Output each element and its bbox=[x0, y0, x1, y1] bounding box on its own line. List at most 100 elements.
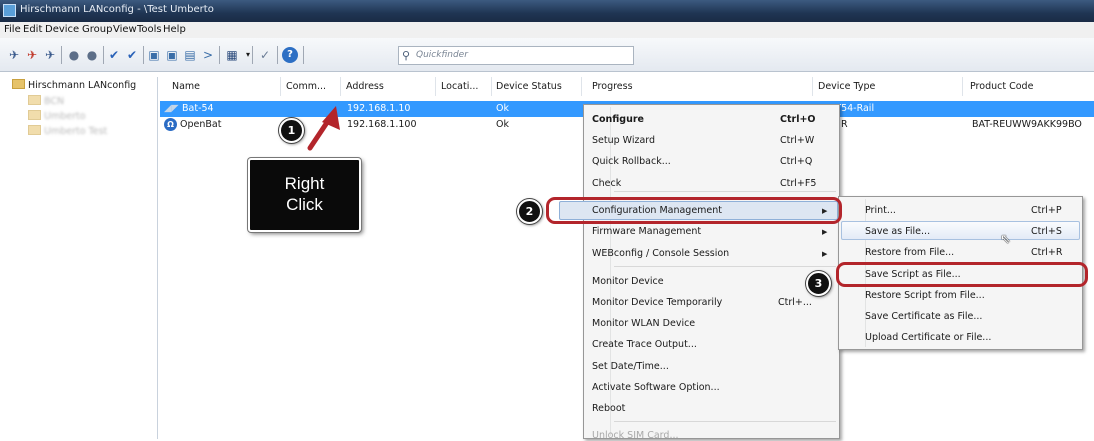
folder-icon bbox=[28, 110, 41, 120]
tree-item-bcn[interactable]: BCN bbox=[28, 95, 64, 107]
toolbar-separator bbox=[103, 46, 104, 64]
column-header-address[interactable]: Address bbox=[346, 81, 384, 92]
toolbar-separator bbox=[143, 46, 144, 64]
row-status: Ok bbox=[496, 103, 509, 114]
menu-item-check[interactable]: Check bbox=[592, 178, 621, 189]
pin-check-icon[interactable]: ✈ bbox=[42, 47, 58, 63]
tree-item-blurred[interactable]: Umberto Test bbox=[28, 125, 107, 137]
column-header-comment[interactable]: Comm... bbox=[286, 81, 326, 92]
step-2-badge: 2 bbox=[517, 199, 542, 224]
shortcut-label: Ctrl+P bbox=[1031, 205, 1062, 216]
toolbar: ✈ ✈ ✈ ● ● ✔ ✔ ▣ ▣ ▤ > ▦ ▾ ✓ ? ⚲ Quickfin… bbox=[0, 38, 1094, 72]
pin-remove-icon[interactable]: ✈ bbox=[24, 47, 40, 63]
save-icon[interactable]: ▦ bbox=[224, 47, 240, 63]
app-icon bbox=[3, 4, 16, 17]
menu-tools[interactable]: Tools bbox=[137, 24, 162, 35]
device-icon: ◢◤ bbox=[164, 103, 179, 114]
column-header-progress[interactable]: Progress bbox=[592, 81, 633, 92]
shortcut-label: Ctrl+Q bbox=[780, 156, 813, 167]
window-title: Hirschmann LANconfig - \Test Umberto bbox=[20, 4, 214, 15]
check-icon[interactable]: ✔ bbox=[106, 47, 122, 63]
column-divider[interactable] bbox=[280, 77, 281, 96]
quickfinder-input[interactable]: ⚲ Quickfinder bbox=[398, 46, 634, 65]
column-header-location[interactable]: Locati... bbox=[441, 81, 478, 92]
submenu-item-restore-from-file[interactable]: Restore from File... bbox=[865, 247, 954, 258]
submenu-item-restore-script-from-file[interactable]: Restore Script from File... bbox=[865, 290, 985, 301]
row-name: OpenBat bbox=[180, 119, 222, 130]
menu-item-create-trace[interactable]: Create Trace Output... bbox=[592, 339, 697, 350]
search-icon: ⚲ bbox=[402, 49, 411, 62]
pointer-arrow bbox=[307, 106, 340, 151]
toolbar-separator bbox=[219, 46, 220, 64]
window-title-bar: Hirschmann LANconfig - \Test Umberto bbox=[0, 0, 1094, 22]
column-divider[interactable] bbox=[340, 77, 341, 96]
menu-item-monitor-device[interactable]: Monitor Device bbox=[592, 276, 664, 287]
monitor-temp-icon[interactable]: ● bbox=[84, 47, 100, 63]
tree-item-label: BCN bbox=[44, 96, 65, 107]
highlight-ring-configuration-management bbox=[546, 197, 842, 224]
toolbar-separator bbox=[252, 46, 253, 64]
menu-edit[interactable]: Edit bbox=[23, 24, 42, 35]
menu-view[interactable]: View bbox=[113, 24, 137, 35]
row-product-code: BAT-REUWW9AKK99BO bbox=[972, 119, 1082, 130]
column-header-product-code[interactable]: Product Code bbox=[970, 81, 1033, 92]
step-3-badge: 3 bbox=[806, 271, 831, 296]
help-icon[interactable]: ? bbox=[282, 47, 298, 63]
tree-root-label: Hirschmann LANconfig bbox=[28, 80, 137, 91]
folder-icon bbox=[28, 95, 41, 105]
device-tree: Hirschmann LANconfig BCN Umberto Umberto… bbox=[10, 77, 158, 439]
check-all-icon[interactable]: ✔ bbox=[124, 47, 140, 63]
tree-item-blurred[interactable]: Umberto bbox=[28, 110, 86, 122]
mouse-cursor-icon: ⇖ bbox=[1000, 232, 1011, 247]
column-divider[interactable] bbox=[581, 77, 582, 96]
folder-icon bbox=[28, 125, 41, 135]
column-header-device-type[interactable]: Device Type bbox=[818, 81, 875, 92]
shortcut-label: Ctrl+W bbox=[780, 135, 815, 146]
menu-item-monitor-wlan[interactable]: Monitor WLAN Device bbox=[592, 318, 695, 329]
configure-icon[interactable]: ▣ bbox=[146, 47, 162, 63]
shortcut-label: Ctrl+S bbox=[1031, 226, 1062, 237]
menu-item-firmware-management[interactable]: Firmware Management bbox=[592, 226, 701, 237]
menu-item-configure[interactable]: Configure bbox=[592, 114, 644, 125]
menu-item-setup-wizard[interactable]: Setup Wizard bbox=[592, 135, 655, 146]
tree-root[interactable]: Hirschmann LANconfig bbox=[12, 79, 136, 91]
script-icon[interactable]: ✓ bbox=[257, 47, 273, 63]
menu-group[interactable]: Group bbox=[82, 24, 112, 35]
menu-separator bbox=[614, 266, 836, 267]
column-divider[interactable] bbox=[491, 77, 492, 96]
menu-separator bbox=[614, 421, 836, 422]
submenu-item-save-as-file[interactable]: Save as File... bbox=[865, 226, 930, 237]
menu-device[interactable]: Device bbox=[45, 24, 79, 35]
column-header-device-status[interactable]: Device Status bbox=[496, 81, 562, 92]
column-divider[interactable] bbox=[962, 77, 963, 96]
submenu-item-save-certificate[interactable]: Save Certificate as File... bbox=[865, 311, 982, 322]
monitor-icon[interactable]: ● bbox=[66, 47, 82, 63]
callout-line-2: Click bbox=[286, 195, 323, 214]
menu-item-webconfig-console[interactable]: WEBconfig / Console Session bbox=[592, 248, 729, 259]
openbat-icon: Ω bbox=[164, 118, 177, 131]
menu-item-activate-software-option[interactable]: Activate Software Option... bbox=[592, 382, 720, 393]
submenu-item-print[interactable]: Print... bbox=[865, 205, 896, 216]
menu-help[interactable]: Help bbox=[163, 24, 186, 35]
chevron-down-icon[interactable]: ▾ bbox=[240, 47, 256, 63]
column-header-name[interactable]: Name bbox=[172, 81, 200, 92]
menu-item-quick-rollback[interactable]: Quick Rollback... bbox=[592, 156, 671, 167]
webconfig-icon[interactable]: ▣ bbox=[164, 47, 180, 63]
folder-icon bbox=[12, 79, 25, 89]
shortcut-label: Ctrl+... bbox=[778, 297, 812, 308]
menu-file[interactable]: File bbox=[4, 24, 21, 35]
menu-item-set-date-time[interactable]: Set Date/Time... bbox=[592, 361, 669, 372]
row-address: 192.168.1.10 bbox=[347, 103, 411, 114]
column-divider[interactable] bbox=[435, 77, 436, 96]
submenu-item-upload-certificate[interactable]: Upload Certificate or File... bbox=[865, 332, 991, 343]
menu-bar: File Edit Device Group View Tools Help bbox=[0, 22, 1094, 38]
pin-icon[interactable]: ✈ bbox=[6, 47, 22, 63]
row-address: 192.168.1.100 bbox=[347, 119, 417, 130]
toolbar-separator bbox=[303, 46, 304, 64]
console-icon[interactable]: ▤ bbox=[182, 47, 198, 63]
shortcut-label: Ctrl+F5 bbox=[780, 178, 817, 189]
telnet-icon[interactable]: > bbox=[200, 47, 216, 63]
menu-item-monitor-temporarily[interactable]: Monitor Device Temporarily bbox=[592, 297, 722, 308]
column-divider[interactable] bbox=[812, 77, 813, 96]
menu-item-reboot[interactable]: Reboot bbox=[592, 403, 625, 414]
